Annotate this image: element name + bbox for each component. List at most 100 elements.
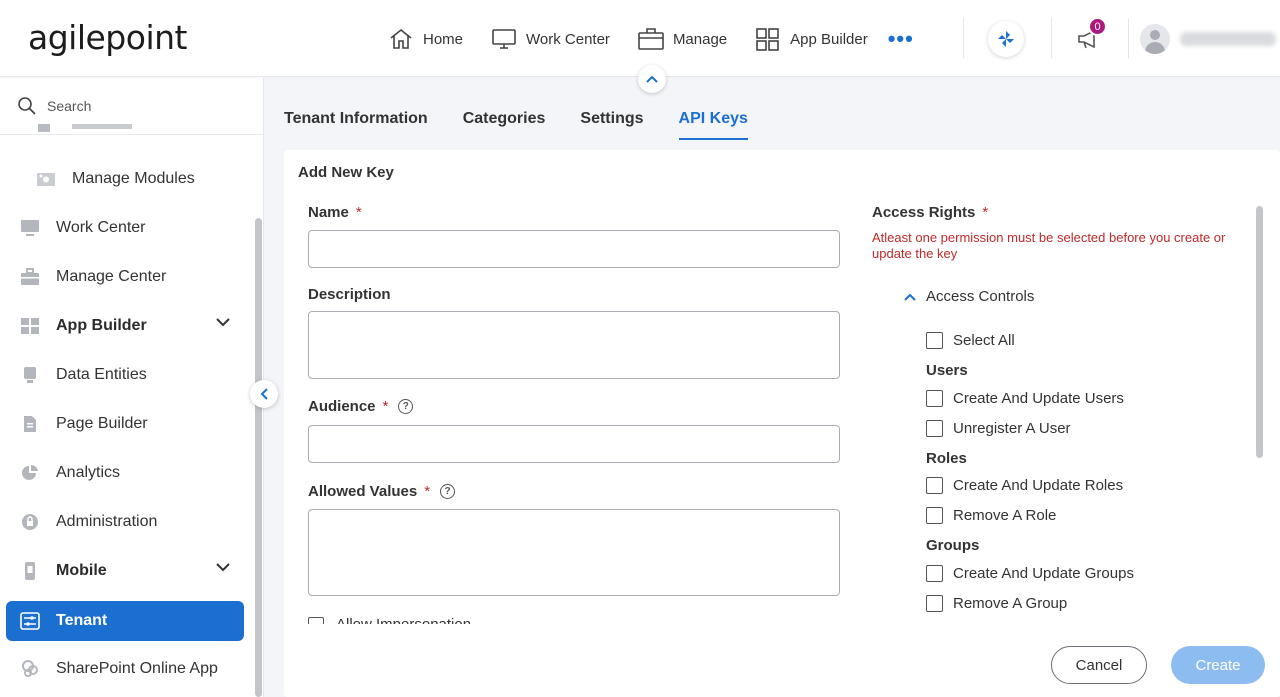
help-icon[interactable]: ? (440, 484, 456, 499)
more-menu-button[interactable]: ••• (888, 28, 914, 50)
modules-icon (36, 169, 56, 189)
collapse-header-button[interactable] (638, 65, 666, 93)
permission-label: Remove A Role (953, 507, 1057, 524)
permission-create-update-users[interactable]: Create And Update Users (926, 390, 1124, 407)
chevron-down-icon[interactable] (216, 318, 230, 327)
sidebar-item-tenant[interactable]: Tenant (6, 601, 244, 641)
sidebar-item-label: Work Center (56, 219, 146, 236)
group-roles-label: Roles (926, 450, 967, 467)
permission-label: Unregister A User (953, 420, 1071, 437)
permission-create-update-groups[interactable]: Create And Update Groups (926, 565, 1134, 582)
nav-work-center-label: Work Center (526, 30, 610, 48)
audience-label-text: Audience (308, 398, 376, 415)
checkbox[interactable] (926, 477, 943, 494)
pie-chart-icon (20, 463, 40, 483)
tenant-icon (20, 611, 40, 631)
access-rights-error: Atleast one permission must be selected … (872, 230, 1226, 261)
sidebar-item-label: Page Builder (56, 415, 148, 432)
name-label-text: Name (308, 204, 349, 221)
tab-tenant-information[interactable]: Tenant Information (284, 100, 428, 140)
chevron-up-icon (904, 293, 916, 301)
sidebar-item-label: Data Entities (56, 366, 147, 383)
help-icon[interactable]: ? (398, 399, 414, 414)
sidebar-item-label: Tenant (56, 612, 108, 629)
sidebar-item-manage-center[interactable]: Manage Center (6, 257, 244, 297)
nav-home[interactable]: Home (388, 27, 463, 51)
divider (1051, 18, 1052, 58)
select-all-checkbox[interactable]: Select All (926, 332, 1015, 349)
pinwheel-icon (998, 31, 1014, 47)
allowed-values-label: Allowed Values * ? (308, 483, 456, 500)
tab-settings[interactable]: Settings (580, 100, 643, 140)
group-users-label: Users (926, 362, 968, 379)
required-mark: * (382, 398, 389, 415)
notification-badge: 0 (1088, 17, 1107, 36)
top-bar: agilepoint Home Work Center Manage App B… (0, 0, 1280, 77)
monitor-icon (20, 218, 40, 238)
search-input[interactable] (47, 98, 227, 114)
description-field[interactable] (308, 311, 840, 379)
required-mark: * (355, 204, 362, 221)
checkbox[interactable] (926, 390, 943, 407)
cancel-button[interactable]: Cancel (1051, 646, 1147, 684)
monitor-icon (492, 29, 516, 49)
collapse-sidebar-button[interactable] (250, 380, 278, 408)
permission-label: Create And Update Roles (953, 477, 1124, 494)
nav-manage[interactable]: Manage (638, 27, 727, 51)
checkbox[interactable] (308, 617, 324, 624)
allowed-values-label-text: Allowed Values (308, 483, 418, 500)
sidebar-item-administration[interactable]: Administration (6, 502, 244, 542)
tab-categories[interactable]: Categories (463, 100, 546, 140)
checkbox[interactable] (926, 507, 943, 524)
briefcase-icon (20, 267, 40, 287)
checkbox[interactable] (926, 332, 943, 349)
nav-manage-label: Manage (672, 30, 728, 48)
sidebar-item-mobile[interactable]: Mobile (6, 551, 244, 591)
sidebar-item-analytics[interactable]: Analytics (6, 453, 244, 493)
audience-field[interactable] (308, 425, 840, 463)
nav-app-builder[interactable]: App Builder (755, 27, 868, 51)
nav-work-center[interactable]: Work Center (491, 27, 610, 51)
sidebar-item-sharepoint-online-app[interactable]: SharePoint Online App (6, 649, 244, 689)
permission-remove-role[interactable]: Remove A Role (926, 507, 1056, 524)
sidebar-item-manage-modules[interactable]: Manage Modules (6, 159, 244, 199)
permission-unregister-user[interactable]: Unregister A User (926, 420, 1071, 437)
checkbox[interactable] (926, 420, 943, 437)
briefcase-icon (638, 28, 664, 50)
permission-remove-group[interactable]: Remove A Group (926, 595, 1067, 612)
nav-home-label: Home (423, 30, 464, 48)
create-button[interactable]: Create (1171, 646, 1265, 684)
sidebar-item-work-center[interactable]: Work Center (6, 208, 244, 248)
ai-assistant-button[interactable] (988, 21, 1024, 57)
chevron-up-icon (646, 75, 658, 83)
grid-icon (756, 28, 779, 51)
username-blurred[interactable] (1180, 32, 1276, 46)
access-rights-scrollbar[interactable] (1256, 206, 1263, 458)
name-field[interactable] (308, 230, 840, 268)
allow-impersonation-option-partial[interactable]: Allow Impersonation (308, 616, 548, 624)
sidebar-item-label: App Builder (56, 317, 147, 334)
checkbox[interactable] (926, 595, 943, 612)
sharepoint-icon (20, 659, 40, 679)
user-avatar[interactable] (1140, 24, 1170, 54)
allow-impersonation-label: Allow Impersonation (336, 616, 471, 624)
sidebar-item-label: Manage Center (56, 268, 167, 285)
checkbox[interactable] (926, 565, 943, 582)
sidebar-item-label: Administration (56, 513, 158, 530)
agilepoint-logo[interactable]: agilepoint (28, 18, 187, 57)
divider (1128, 18, 1129, 58)
chevron-down-icon[interactable] (216, 563, 230, 572)
access-rights-label-text: Access Rights (872, 204, 976, 221)
sidebar-item-data-entities[interactable]: Data Entities (6, 355, 244, 395)
sidebar-item-page-builder[interactable]: Page Builder (6, 404, 244, 444)
permission-create-update-roles[interactable]: Create And Update Roles (926, 477, 1123, 494)
access-controls-toggle[interactable]: Access Controls (904, 288, 1034, 305)
permission-label: Remove A Group (953, 595, 1068, 612)
sidebar-item-app-builder[interactable]: App Builder (6, 306, 244, 346)
sidebar-item-label: Mobile (56, 562, 107, 579)
sidebar-scrollbar[interactable] (255, 218, 262, 697)
access-controls-label: Access Controls (926, 288, 1035, 305)
tab-api-keys[interactable]: API Keys (678, 100, 748, 140)
allowed-values-field[interactable] (308, 509, 840, 596)
mobile-icon (20, 561, 40, 581)
